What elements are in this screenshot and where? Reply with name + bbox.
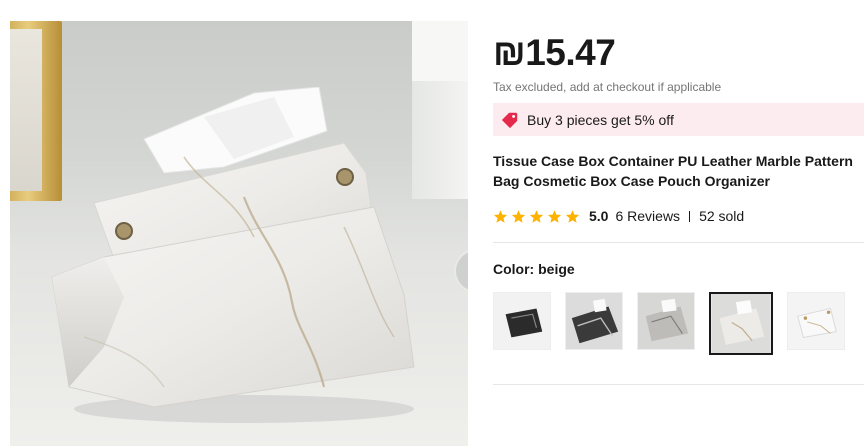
swatch-thumbnail — [494, 293, 550, 349]
price-tag-icon — [501, 112, 518, 128]
divider — [493, 384, 864, 385]
reviews-link[interactable]: 6 Reviews — [615, 208, 680, 224]
product-title: Tissue Case Box Container PU Leather Mar… — [493, 151, 864, 191]
background-plate — [454, 249, 468, 293]
star-icon — [565, 209, 580, 223]
swatch-thumbnail — [638, 293, 694, 349]
swatch-black-marble[interactable] — [565, 292, 623, 350]
price: ₪15.47 — [493, 32, 616, 73]
promo-banner[interactable]: Buy 3 pieces get 5% off — [493, 103, 864, 136]
product-title-line2: Bag Cosmetic Box Case Pouch Organizer — [493, 173, 770, 189]
star-icon — [547, 209, 562, 223]
star-icon — [529, 209, 544, 223]
color-label: Color: beige — [493, 261, 575, 277]
swatch-black-marble-dark[interactable] — [493, 292, 551, 350]
divider — [689, 210, 691, 222]
star-icon — [493, 209, 508, 223]
swatch-thumbnail — [711, 294, 771, 353]
sold-count: 52 sold — [699, 208, 745, 224]
product-main-image[interactable] — [10, 21, 468, 446]
color-swatches — [493, 292, 859, 355]
divider — [493, 242, 864, 243]
tissue-box-illustration — [51, 87, 415, 423]
tax-note: Tax excluded, add at checkout if applica… — [493, 80, 722, 94]
rating-row[interactable]: 5.0 6 Reviews 52 sold — [493, 206, 744, 226]
product-info-panel: ₪15.47 Tax excluded, add at checkout if … — [493, 0, 864, 446]
swatch-white[interactable] — [787, 292, 845, 350]
star-rating — [493, 209, 583, 224]
product-title-line1: Tissue Case Box Container PU Leather Mar… — [493, 153, 853, 169]
star-icon — [511, 209, 526, 223]
swatch-beige[interactable] — [709, 292, 773, 355]
rating-score: 5.0 — [589, 208, 609, 224]
swatch-grey-marble[interactable] — [637, 292, 695, 350]
swatch-thumbnail — [566, 293, 622, 349]
swatch-thumbnail — [788, 293, 844, 349]
promo-text: Buy 3 pieces get 5% off — [527, 111, 674, 128]
